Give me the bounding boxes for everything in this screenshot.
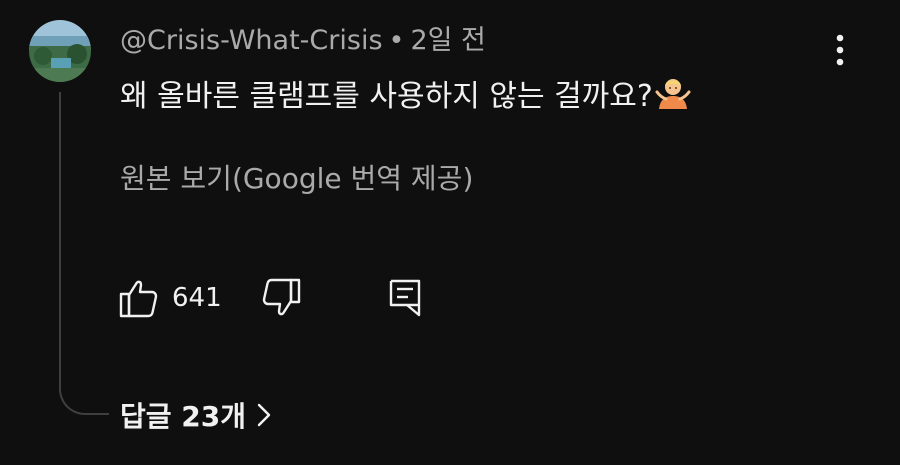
see-original-translation-link[interactable]: 원본 보기(Google 번역 제공)	[120, 160, 473, 198]
dislike-button[interactable]	[260, 276, 302, 320]
reply-thread-line	[59, 92, 109, 415]
more-options-button[interactable]	[826, 30, 854, 70]
replies-count-label: 답글 23개	[120, 400, 246, 433]
thumbs-down-icon	[262, 278, 301, 316]
thumbs-up-icon	[119, 280, 158, 318]
person-shrugging-icon	[655, 76, 691, 121]
more-vertical-icon	[836, 34, 844, 66]
like-button[interactable]	[118, 276, 160, 320]
comment-timestamp[interactable]: 2일 전	[410, 25, 485, 56]
author-name[interactable]: @Crisis-What-Crisis	[120, 25, 383, 56]
comment-header: @Crisis-What-Crisis • 2일 전	[120, 24, 486, 58]
comment-text: 왜 올바른 클램프를 사용하지 않는 걸까요?	[120, 79, 653, 114]
chevron-right-icon	[256, 402, 272, 432]
reply-button[interactable]	[386, 276, 426, 320]
comment-body: 왜 올바른 클램프를 사용하지 않는 걸까요?	[120, 76, 691, 121]
like-count: 641	[172, 283, 222, 313]
view-replies-button[interactable]: 답글 23개	[120, 398, 272, 436]
author-avatar[interactable]	[29, 20, 91, 82]
reply-comment-icon	[389, 279, 421, 317]
meta-separator: •	[388, 25, 405, 56]
